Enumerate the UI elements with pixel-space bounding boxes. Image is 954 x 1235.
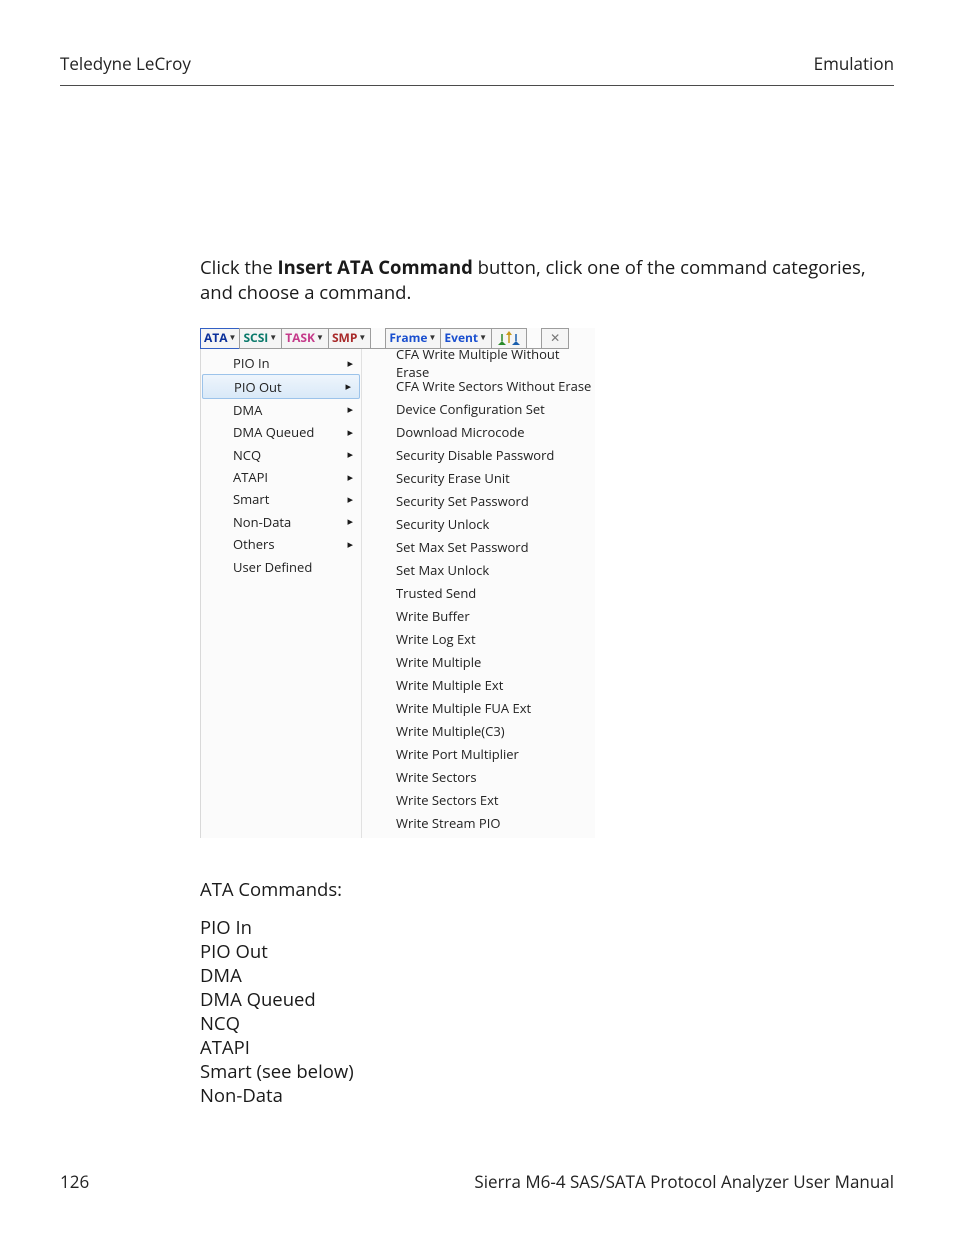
toolbar-gap: [371, 328, 385, 349]
submenu-item[interactable]: Write Port Multiplier: [362, 743, 596, 766]
submenu-arrow-icon: ▸: [347, 470, 353, 485]
intro-paragraph: Click the Insert ATA Command button, cli…: [200, 256, 894, 306]
submenu-arrow-icon: ▸: [347, 537, 353, 552]
category-item[interactable]: User Defined: [201, 555, 361, 577]
intro-pre: Click the: [200, 255, 278, 280]
command-list-item: PIO In: [200, 916, 894, 940]
submenu-item[interactable]: CFA Write Sectors Without Erase: [362, 375, 596, 398]
category-item[interactable]: DMA ▸: [201, 399, 361, 421]
submenu: CFA Write Multiple Without EraseCFA Writ…: [362, 349, 596, 838]
submenu-item[interactable]: Security Set Password: [362, 490, 596, 513]
category-label: PIO Out: [234, 378, 282, 396]
submenu-item[interactable]: Security Disable Password: [362, 444, 596, 467]
category-label: Non-Data: [233, 513, 291, 531]
category-label: DMA Queued: [233, 423, 314, 441]
after-section: ATA Commands: PIO InPIO OutDMADMA Queued…: [200, 878, 894, 1108]
command-list-item: DMA Queued: [200, 988, 894, 1012]
submenu-item[interactable]: Trusted Send: [362, 582, 596, 605]
smp-button[interactable]: SMP▼: [328, 328, 371, 349]
page-footer: 126 Sierra M6-4 SAS/SATA Protocol Analyz…: [60, 1170, 894, 1193]
dropdown-icon: ▼: [269, 329, 277, 347]
category-item[interactable]: PIO In ▸: [201, 352, 361, 374]
submenu-item[interactable]: Security Unlock: [362, 513, 596, 536]
command-list: PIO InPIO OutDMADMA QueuedNCQATAPISmart …: [200, 916, 894, 1108]
task-button[interactable]: TASK▼: [281, 328, 329, 349]
category-item[interactable]: PIO Out ▸: [202, 374, 360, 398]
command-list-item: ATAPI: [200, 1036, 894, 1060]
header-right: Emulation: [814, 52, 894, 75]
category-item[interactable]: Others ▸: [201, 533, 361, 555]
scsi-label: SCSI: [243, 329, 268, 347]
submenu-item[interactable]: Write Sectors Ext: [362, 789, 596, 812]
category-item[interactable]: ATAPI ▸: [201, 466, 361, 488]
dropdown-icon: ▼: [229, 329, 237, 347]
submenu-item[interactable]: Device Configuration Set: [362, 398, 596, 421]
submenu-item[interactable]: Write Multiple Ext: [362, 674, 596, 697]
ata-label: ATA: [204, 329, 228, 347]
category-label: Others: [233, 535, 275, 553]
submenu-arrow-icon: ▸: [347, 447, 353, 462]
submenu-item[interactable]: Security Erase Unit: [362, 467, 596, 490]
submenu-arrow-icon: ▸: [347, 492, 353, 507]
category-item[interactable]: Non-Data ▸: [201, 511, 361, 533]
submenu-item[interactable]: CFA Write Multiple Without Erase: [362, 352, 596, 375]
category-label: Smart: [233, 490, 269, 508]
dropdown-icon: ▼: [358, 329, 366, 347]
submenu-item[interactable]: Write Stream PIO: [362, 812, 596, 835]
command-list-item: Smart (see below): [200, 1060, 894, 1084]
submenu-item[interactable]: Write Multiple(C3): [362, 720, 596, 743]
category-label: ATAPI: [233, 468, 268, 486]
submenu-arrow-icon: ▸: [347, 425, 353, 440]
category-item[interactable]: DMA Queued ▸: [201, 421, 361, 443]
smp-label: SMP: [332, 329, 357, 347]
footer-title: Sierra M6-4 SAS/SATA Protocol Analyzer U…: [474, 1170, 894, 1193]
submenu-item[interactable]: Write Sectors: [362, 766, 596, 789]
submenu-item[interactable]: Download Microcode: [362, 421, 596, 444]
category-label: NCQ: [233, 446, 261, 464]
intro-bold: Insert ATA Command: [278, 255, 473, 280]
page-number: 126: [60, 1170, 89, 1193]
submenu-item[interactable]: Set Max Unlock: [362, 559, 596, 582]
scsi-button[interactable]: SCSI▼: [239, 328, 282, 349]
command-list-item: DMA: [200, 964, 894, 988]
submenu-arrow-icon: ▸: [347, 514, 353, 529]
command-list-item: PIO Out: [200, 940, 894, 964]
category-label: PIO In: [233, 354, 270, 372]
command-list-item: Non-Data: [200, 1084, 894, 1108]
submenu-item[interactable]: Set Max Set Password: [362, 536, 596, 559]
after-heading: ATA Commands:: [200, 878, 894, 902]
menu-container: PIO In ▸ PIO Out ▸ DMA ▸ DMA Queued ▸ NCQ ▸ ATAPI ▸…: [200, 349, 596, 838]
page-header: Teledyne LeCroy Emulation: [60, 52, 894, 86]
dropdown-icon: ▼: [316, 329, 324, 347]
category-menu: PIO In ▸ PIO Out ▸ DMA ▸ DMA Queued ▸ NCQ ▸ ATAPI ▸…: [201, 349, 362, 838]
command-list-item: NCQ: [200, 1012, 894, 1036]
arrows-icon: [498, 331, 520, 345]
category-item[interactable]: NCQ ▸: [201, 444, 361, 466]
category-item[interactable]: Smart ▸: [201, 488, 361, 510]
submenu-arrow-icon: ▸: [347, 356, 353, 371]
submenu-item[interactable]: Write Multiple FUA Ext: [362, 697, 596, 720]
header-left: Teledyne LeCroy: [60, 52, 191, 75]
ata-button[interactable]: ATA▼: [200, 328, 240, 349]
category-label: DMA: [233, 401, 262, 419]
category-label: User Defined: [233, 558, 312, 576]
submenu-item[interactable]: Write Log Ext: [362, 628, 596, 651]
submenu-item[interactable]: Write Buffer: [362, 605, 596, 628]
submenu-arrow-icon: ▸: [347, 402, 353, 417]
submenu-item[interactable]: Write Multiple: [362, 651, 596, 674]
task-label: TASK: [285, 329, 315, 347]
submenu-arrow-icon: ▸: [345, 379, 351, 394]
screenshot-panel: ATA▼ SCSI▼ TASK▼ SMP▼ Frame▼ Event▼ ✕: [200, 328, 595, 838]
